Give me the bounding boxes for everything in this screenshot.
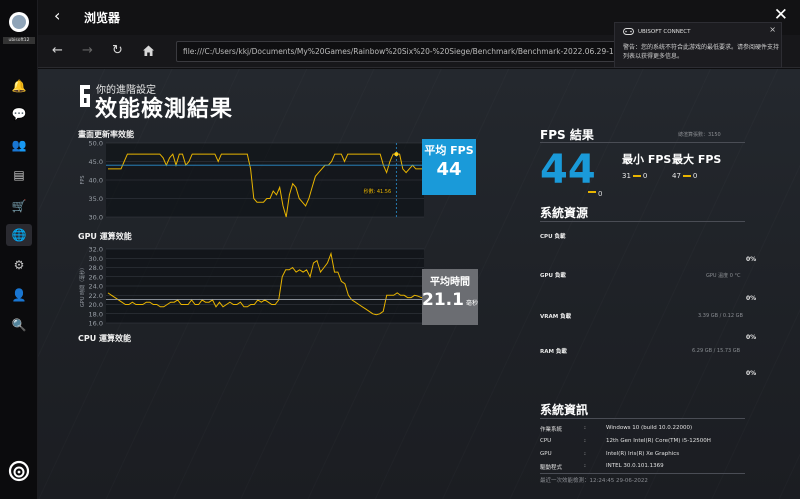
browser-icon[interactable]: 🌐 [6,224,32,246]
gpu-tick-label: 22.0 [89,292,103,300]
average-time-unit: 毫秒 [465,300,478,307]
gpu-temperature: GPU 溫度 0 °C [706,273,741,279]
ram-load-label: RAM 負載 [540,349,567,355]
os-value: Windows 10 (build 10.0.22000) [606,425,693,431]
max-fps-zero: 0 [692,172,698,180]
gpu-tick-label: 20.0 [89,301,103,309]
page-title: 浏览器 [84,11,121,25]
gamepad-icon [623,28,634,35]
ram-load-percent: 0% [746,370,757,377]
average-time-value: 21.1 [422,290,464,310]
cpu-chart-label: CPU 運算效能 [78,334,132,343]
cpu-key: CPU [540,438,552,444]
driver-row: 驅動程式 : INTEL 30.0.101.1369 [540,463,664,471]
fps-tick-label: 35.0 [89,195,103,203]
fps-y-axis-label: FPS [80,175,86,184]
account-icon[interactable]: 👤 [6,284,32,306]
fps-cursor-label: 秒數: 41.56 [364,188,392,195]
vram-info: 3.39 GB / 0.12 GB [698,313,743,319]
fps-chart: 50.0 45.0 40.0 35.0 30.0 FPS 秒數: 41.56 [80,140,424,222]
min-fps-label: 最小 FPS [622,153,672,166]
gpu-load-percent: 0% [746,295,757,302]
average-fps-value: 44 [436,159,462,180]
cpu-load-percent: 0% [746,256,757,263]
system-resources-title: 系統資源 [540,206,589,220]
fps-tick-label: 30.0 [89,214,103,222]
gpu-row: GPU : Intel(R) Iris(R) Xe Graphics [540,451,680,457]
gpu-tick-label: 26.0 [89,273,103,281]
max-fps-value: 47 [672,172,681,180]
url-input[interactable]: file:///C:/Users/kkj/Documents/My%20Game… [176,41,616,62]
fps-tick-label: 40.0 [89,177,103,185]
fps-cursor-dot [394,152,399,157]
fps-yellow-marker [588,190,596,193]
vram-load-percent: 0% [746,334,757,341]
divider [540,418,745,419]
fps-tick-label: 45.0 [89,158,103,166]
left-sidebar: ubisoft12 🔔 💬 👥 ▤ 🛒 🌐 ⚙ 👤 🔍 [0,0,38,499]
ubisoft-logo-icon[interactable] [8,460,30,482]
vram-load-label: VRAM 負載 [540,314,572,320]
divider [540,473,745,474]
cpu-row: CPU : 12th Gen Intel(R) Core(TM) i5-1250… [540,438,711,444]
gpu-chart: 32.030.028.026.0 24.022.020.018.0 16.0 GPU … [79,246,424,328]
fps-tick-label: 50.0 [89,140,103,148]
news-icon[interactable]: ▤ [6,164,32,186]
gpu-value: Intel(R) Iris(R) Xe Graphics [606,451,680,457]
driver-value: INTEL 30.0.101.1369 [606,463,664,469]
back-chevron-icon[interactable]: ‹ [54,6,60,25]
average-time-label: 平均時間 [430,277,470,288]
gpu-tick-label: 18.0 [89,310,103,318]
min-fps-value: 31 [622,172,631,180]
benchmark-title: 效能檢測結果 [95,97,234,122]
notification-message: 警告：您的系统不符合此游戏的最低要求。请参阅硬件支持列表以获得更多信息。 [623,44,780,60]
average-fps-label: 平均 FPS [424,144,474,157]
gpu-y-axis-label: GPU 時間（毫秒） [79,265,86,307]
notification-brand: UBISOFT CONNECT [638,28,691,35]
home-icon[interactable] [142,44,155,57]
gpu-tick-label: 24.0 [89,283,103,291]
gpu-load-label: GPU 負載 [540,273,566,279]
gpu-key: GPU [540,451,552,457]
forward-arrow-icon[interactable]: → [82,43,93,58]
driver-key: 驅動程式 [540,465,563,471]
gpu-tick-label: 16.0 [89,320,103,328]
store-icon[interactable]: 🛒 [6,195,32,217]
max-fps-label: 最大 FPS [672,153,722,166]
avatar[interactable] [9,12,29,32]
ram-info: 6.29 GB / 15.73 GB [692,348,741,354]
os-row: 作業系統 : Windows 10 (build 10.0.22000) [540,425,693,433]
last-benchmark-time: 最近一次效能檢測：12:24:45 29-06-2022 [540,478,648,484]
search-icon[interactable]: 🔍 [6,314,32,336]
system-info-title: 系統資訊 [540,403,589,417]
divider [540,142,745,143]
min-fps-zero: 0 [642,172,648,180]
average-fps-card: 平均 FPS 44 [422,139,476,195]
average-time-card: 平均時間 21.1 毫秒 [422,269,478,325]
username-label: ubisoft12 [3,37,35,44]
min-fps-marker [632,175,641,177]
divider [540,221,745,222]
friends-icon[interactable]: 👥 [6,134,32,156]
fps-result-zero: 0 [598,190,603,198]
chat-icon[interactable]: 💬 [6,103,32,125]
cpu-load-label: CPU 負載 [540,234,566,240]
notification-toast: UBISOFT CONNECT × 警告：您的系统不符合此游戏的最低要求。请参阅… [614,22,782,68]
gpu-chart-label: GPU 運算效能 [78,232,132,241]
benchmark-page: 你的進階設定 效能檢測結果 畫面更新率效能 50.0 45.0 40.0 35.0 30… [38,69,800,499]
fps-results-title: FPS 結果 [540,128,594,142]
reload-icon[interactable]: ↻ [112,43,123,58]
back-arrow-icon[interactable]: ← [52,43,63,58]
rainbow-six-logo-icon [80,85,90,107]
settings-icon[interactable]: ⚙ [6,254,32,276]
cpu-value: 12th Gen Intel(R) Core(TM) i5-12500H [606,438,711,444]
total-frames: 總渲算張數：3150 [678,132,721,138]
os-key: 作業系統 [540,427,563,433]
notification-close-icon[interactable]: × [769,25,776,34]
gpu-tick-label: 30.0 [89,255,103,263]
gpu-tick-label: 32.0 [89,246,103,254]
max-fps-marker [682,175,691,177]
bell-icon[interactable]: 🔔 [6,75,32,97]
gpu-tick-label: 28.0 [89,264,103,272]
